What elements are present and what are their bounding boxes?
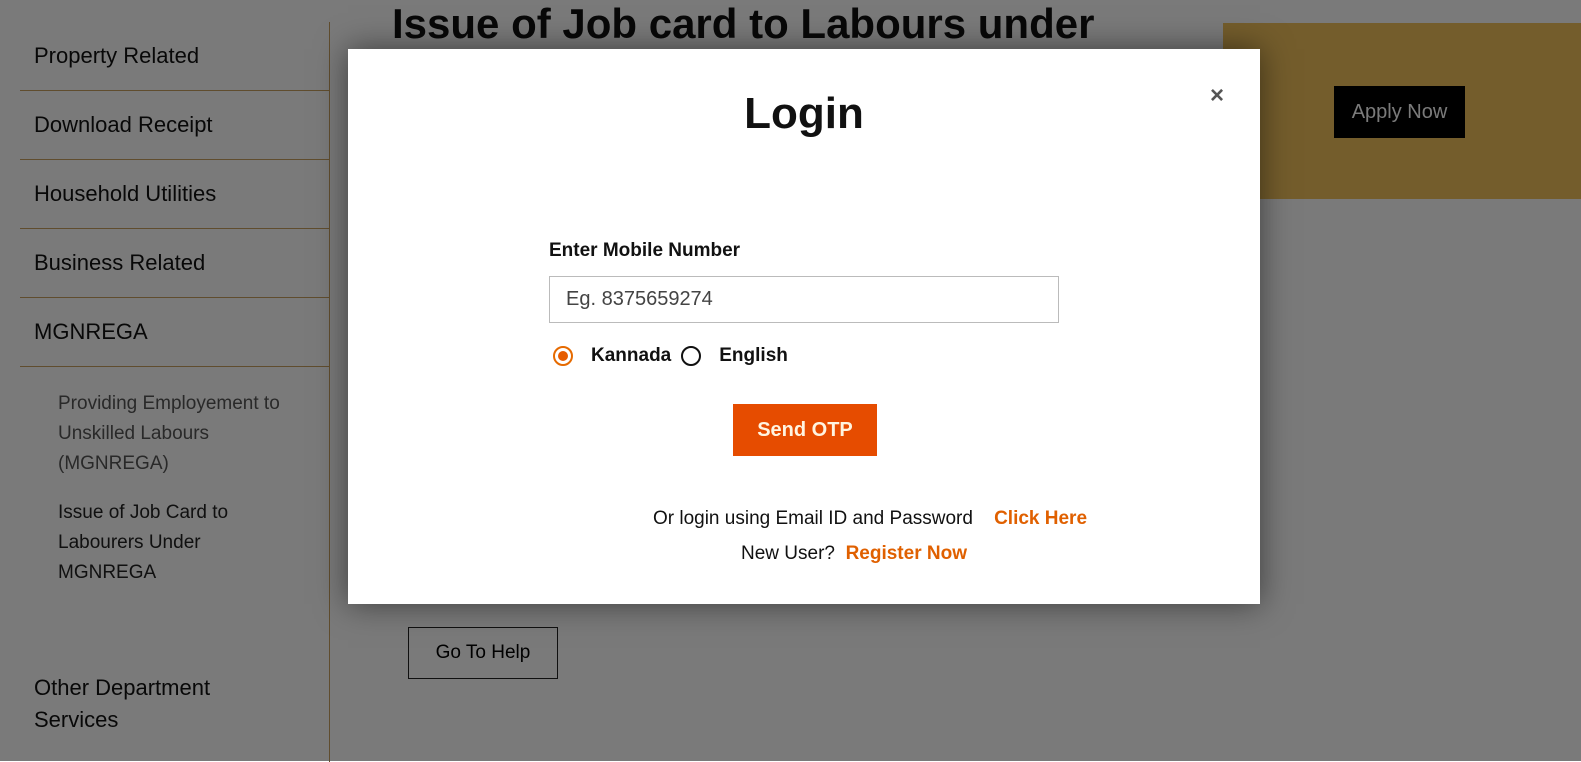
sidebar-item-other[interactable]: Other Department Services (34, 672, 254, 736)
radio-english[interactable] (681, 346, 702, 366)
sidebar-item-download-receipt[interactable]: Download Receipt (20, 91, 329, 160)
sidebar-item-mgnrega[interactable]: MGNREGA (20, 298, 329, 367)
login-modal: Login × Enter Mobile Number Kannada Engl… (348, 49, 1260, 604)
modal-title: Login (744, 89, 864, 138)
close-icon[interactable]: × (1210, 82, 1224, 110)
page-title: Issue of Job card to Labours under (392, 0, 1095, 47)
go-to-help-button[interactable]: Go To Help (408, 627, 558, 679)
radio-kannada[interactable] (553, 346, 573, 366)
mobile-label: Enter Mobile Number (549, 240, 741, 261)
sub-item-job-card[interactable]: Issue of Job Card to Labourers Under MGN… (58, 498, 258, 588)
sidebar-item-household[interactable]: Household Utilities (20, 160, 329, 229)
mobile-input[interactable] (549, 276, 1059, 323)
alt-login-text: Or login using Email ID and Password (652, 508, 973, 529)
apply-now-button[interactable]: Apply Now (1334, 86, 1465, 138)
send-otp-button[interactable]: Send OTP (733, 404, 877, 456)
sidebar-item-business[interactable]: Business Related (20, 229, 329, 298)
sidebar-item-property[interactable]: Property Related (20, 22, 329, 91)
click-here-link[interactable]: Click Here (994, 508, 1087, 529)
radio-english-label[interactable]: English (719, 345, 788, 367)
radio-kannada-label[interactable]: Kannada (591, 345, 671, 367)
sub-item-employment[interactable]: Providing Employement to Unskilled Labou… (58, 389, 308, 479)
register-now-link[interactable]: Register Now (846, 543, 967, 564)
sidebar: Property Related Download Receipt Househ… (20, 22, 330, 762)
new-user-text: New User? (741, 543, 835, 564)
